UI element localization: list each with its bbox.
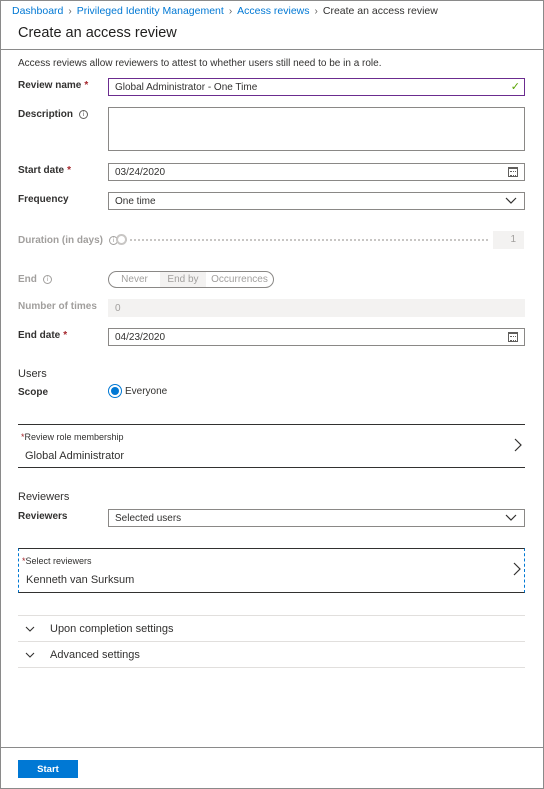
chevron-right-icon: › — [228, 5, 233, 17]
required-marker: * — [84, 80, 89, 91]
create-access-review-blade: Dashboard › Privileged Identity Manageme… — [0, 0, 544, 789]
required-marker: * — [67, 165, 72, 176]
description-label-text: Description — [18, 109, 74, 120]
required-marker: * — [63, 330, 68, 341]
end-date-input[interactable]: 04/23/2020 — [108, 328, 525, 346]
chevron-down-icon — [505, 197, 517, 204]
frequency-label: Frequency — [18, 194, 69, 205]
start-button[interactable]: Start — [18, 760, 78, 778]
description-label: Description i — [18, 109, 89, 120]
intro-text: Access reviews allow reviewers to attest… — [18, 58, 382, 69]
breadcrumb-pim[interactable]: Privileged Identity Management — [77, 5, 224, 17]
chevron-down-icon — [25, 626, 35, 632]
radio-selected-icon[interactable] — [108, 384, 122, 398]
duration-label: Duration (in days) i — [18, 235, 119, 246]
review-role-membership-label-text: Review role membership — [24, 432, 124, 442]
breadcrumb-current: Create an access review — [322, 5, 438, 17]
info-icon[interactable]: i — [79, 110, 89, 119]
users-heading: Users — [18, 368, 47, 380]
frequency-value: One time — [115, 195, 156, 207]
end-label-text: End — [18, 274, 37, 285]
calendar-icon[interactable] — [508, 167, 518, 177]
calendar-icon[interactable] — [508, 332, 518, 342]
review-role-membership-selector[interactable]: *Review role membership Global Administr… — [18, 424, 525, 468]
duration-slider-track — [125, 239, 488, 241]
review-name-label-text: Review name — [18, 80, 82, 91]
description-textarea[interactable] — [108, 107, 525, 151]
select-reviewers-label-text: Select reviewers — [25, 556, 92, 566]
start-date-value: 03/24/2020 — [115, 166, 166, 178]
duration-label-text: Duration (in days) — [18, 235, 104, 246]
reviewers-label: Reviewers — [18, 511, 68, 522]
advanced-settings-expander[interactable]: Advanced settings — [18, 642, 525, 668]
upon-completion-settings-expander[interactable]: Upon completion settings — [18, 616, 525, 642]
review-name-value: Global Administrator - One Time — [115, 81, 258, 93]
number-of-times-input[interactable]: 0 — [108, 299, 525, 317]
end-option-occurrences[interactable]: Occurrences — [206, 272, 273, 287]
breadcrumb-access-reviews[interactable]: Access reviews — [237, 5, 309, 17]
breadcrumb-dashboard[interactable]: Dashboard — [12, 5, 63, 17]
chevron-right-icon: › — [68, 5, 72, 17]
frequency-dropdown[interactable]: One time — [108, 192, 525, 210]
number-of-times-label: Number of times — [18, 301, 97, 312]
end-option-never[interactable]: Never — [109, 272, 160, 287]
review-name-input[interactable]: Global Administrator - One Time ✓ — [108, 78, 525, 96]
select-reviewers-label: *Select reviewers — [22, 556, 92, 566]
scope-radio-everyone[interactable]: Everyone — [108, 384, 167, 398]
end-label: End i — [18, 274, 52, 285]
select-reviewers-selector[interactable]: *Select reviewers Kenneth van Surksum — [18, 548, 525, 593]
review-name-label: Review name * — [18, 80, 88, 91]
breadcrumb: Dashboard › Privileged Identity Manageme… — [12, 5, 438, 17]
end-date-value: 04/23/2020 — [115, 331, 166, 343]
chevron-right-icon — [514, 438, 522, 452]
checkmark-icon: ✓ — [510, 81, 520, 93]
end-toggle-group: Never End by Occurrences — [108, 271, 274, 288]
scope-value: Everyone — [125, 385, 168, 397]
footer-divider — [1, 747, 543, 748]
scope-label: Scope — [18, 387, 49, 398]
upon-completion-settings-label: Upon completion settings — [50, 622, 174, 635]
reviewers-value: Selected users — [115, 512, 182, 524]
review-role-membership-label: *Review role membership — [21, 432, 124, 442]
duration-slider-handle[interactable] — [116, 234, 127, 245]
chevron-down-icon — [505, 514, 517, 521]
review-role-membership-value: Global Administrator — [25, 450, 125, 462]
advanced-settings-label: Advanced settings — [50, 648, 140, 661]
reviewers-dropdown[interactable]: Selected users — [108, 509, 525, 527]
duration-value[interactable]: 1 — [493, 231, 524, 249]
info-icon[interactable]: i — [42, 275, 52, 284]
end-option-end-by[interactable]: End by — [160, 272, 206, 287]
end-date-label: End date * — [18, 330, 67, 341]
start-date-label: Start date * — [18, 165, 71, 176]
reviewers-heading: Reviewers — [18, 491, 70, 503]
title-divider — [1, 49, 543, 50]
number-of-times-value: 0 — [115, 302, 121, 314]
select-reviewers-value: Kenneth van Surksum — [26, 574, 135, 586]
end-date-label-text: End date — [18, 330, 61, 341]
start-date-input[interactable]: 03/24/2020 — [108, 163, 525, 181]
chevron-right-icon: › — [314, 5, 318, 17]
chevron-right-icon — [513, 562, 521, 576]
start-date-label-text: Start date — [18, 165, 65, 176]
chevron-down-icon — [25, 652, 35, 658]
page-title: Create an access review — [18, 25, 177, 41]
